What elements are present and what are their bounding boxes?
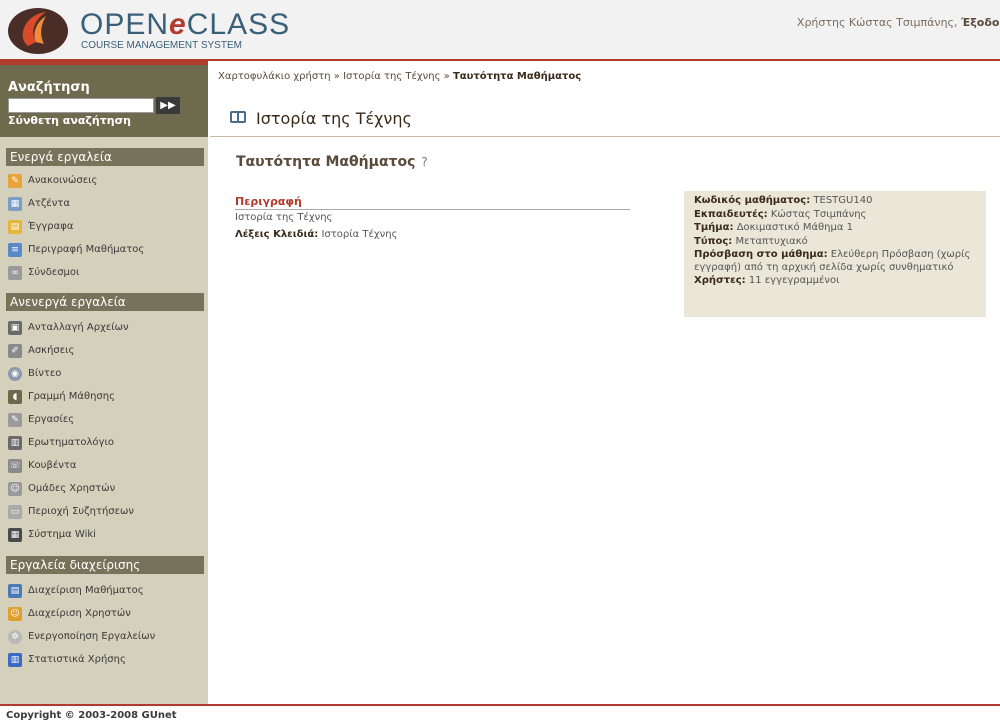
advanced-search-link[interactable]: Σύνθετη αναζήτηση <box>8 114 131 127</box>
active-tools-header: Ενεργά εργαλεία <box>6 148 204 166</box>
wiki-icon: ▦ <box>8 528 22 542</box>
tool-user-admin[interactable]: ☺ Διαχείριση Χρηστών <box>8 605 131 623</box>
tool-course-description[interactable]: ≡ Περιγραφή Μαθήματος <box>8 241 144 259</box>
keywords-label: Λέξεις Κλειδιά: <box>235 229 319 240</box>
megaphone-icon: ✎ <box>8 174 22 188</box>
tool-documents[interactable]: ▤ Έγγραφα <box>8 218 73 236</box>
tool-wiki[interactable]: ▦ Σύστημα Wiki <box>8 526 96 544</box>
description-text: Ιστορία της Τέχνης <box>235 212 333 223</box>
info-code: Κωδικός μαθήματος: TESTGU140 <box>694 195 873 206</box>
exercise-icon: ✐ <box>8 344 22 358</box>
forum-icon: ▭ <box>8 505 22 519</box>
keywords-value: Ιστορία Τέχνης <box>321 229 398 240</box>
footsteps-icon: ◖ <box>8 390 22 404</box>
tool-questionnaire[interactable]: ▥ Ερωτηματολόγιο <box>8 434 114 452</box>
user-info: Χρήστης Κώστας Τσιμπάνης, Έξοδος <box>797 16 1000 29</box>
breadcrumb-course[interactable]: Ιστορία της Τέχνης <box>343 71 440 82</box>
tool-user-groups[interactable]: ☺ Ομάδες Χρηστών <box>8 480 115 498</box>
search-panel: Αναζήτηση ▶▶ Σύνθετη αναζήτηση <box>0 61 208 137</box>
logo[interactable]: OPENeCLASS COURSE MANAGEMENT SYSTEM <box>6 6 289 56</box>
tool-chat[interactable]: ☏ Κουβέντα <box>8 457 76 475</box>
chat-icon: ☏ <box>8 459 22 473</box>
breadcrumb-separator: » <box>333 71 340 82</box>
tool-statistics[interactable]: ▥ Στατιστικά Χρήσης <box>8 651 126 669</box>
user-name: Χρήστης Κώστας Τσιμπάνης, <box>796 16 958 29</box>
tool-course-admin[interactable]: ▤ Διαχείριση Μαθήματος <box>8 582 144 600</box>
calendar-icon: ▦ <box>8 197 22 211</box>
stats-icon: ▥ <box>8 653 22 667</box>
course-info-box: Κωδικός μαθήματος: TESTGU140 Εκπαιδευτές… <box>684 191 986 317</box>
document-icon: ≡ <box>8 243 22 257</box>
book-icon <box>230 111 246 123</box>
page-title: Ιστορία της Τέχνης <box>256 109 412 128</box>
user-admin-icon: ☺ <box>8 607 22 621</box>
info-type: Τύπος: Μεταπτυχιακό <box>694 235 808 247</box>
tool-exercises[interactable]: ✐ Ασκήσεις <box>8 342 74 360</box>
search-title: Αναζήτηση <box>8 80 90 95</box>
page-header: Ιστορία της Τέχνης <box>210 101 1000 137</box>
breadcrumb: Χαρτοφυλάκιο χρήστη » Ιστορία της Τέχνης… <box>218 71 581 82</box>
keywords-line: Λέξεις Κλειδιά: Ιστορία Τέχνης <box>235 229 397 240</box>
sidebar: Αναζήτηση ▶▶ Σύνθετη αναζήτηση Ενεργά ερ… <box>0 61 208 704</box>
section-title: Ταυτότητα Μαθήματος? <box>236 154 428 170</box>
assignment-icon: ✎ <box>8 413 22 427</box>
folder-icon: ▤ <box>8 220 22 234</box>
tool-announcements[interactable]: ✎ Ανακοινώσεις <box>8 172 97 190</box>
info-teacher: Εκπαιδευτές: Κώστας Τσιμπάνης <box>694 208 867 220</box>
tool-activate-tools[interactable]: ✲ Ενεργοποίηση Εργαλείων <box>8 628 155 646</box>
tool-video[interactable]: ◉ Βίντεο <box>8 365 61 383</box>
search-input[interactable] <box>8 98 154 113</box>
help-icon[interactable]: ? <box>421 155 427 169</box>
search-button[interactable]: ▶▶ <box>156 97 180 114</box>
tool-learning-path[interactable]: ◖ Γραμμή Μάθησης <box>8 388 115 406</box>
course-admin-icon: ▤ <box>8 584 22 598</box>
tool-links[interactable]: ∞ Σύνδεσμοι <box>8 264 79 282</box>
inactive-tools-header: Ανενεργά εργαλεία <box>6 293 204 311</box>
breadcrumb-portfolio[interactable]: Χαρτοφυλάκιο χρήστη <box>218 71 331 82</box>
admin-tools-header: Εργαλεία διαχείρισης <box>6 556 204 574</box>
questionnaire-icon: ▥ <box>8 436 22 450</box>
footer-divider <box>0 704 1000 706</box>
copyright: Copyright © 2003-2008 GUnet <box>6 710 177 721</box>
logo-text: OPENeCLASS <box>80 8 291 41</box>
tools-gear-icon: ✲ <box>8 630 22 644</box>
description-label: Περιγραφή <box>235 195 630 210</box>
users-group-icon: ☺ <box>8 482 22 496</box>
header: OPENeCLASS COURSE MANAGEMENT SYSTEM Χρήσ… <box>0 0 1000 61</box>
logo-subtitle: COURSE MANAGEMENT SYSTEM <box>81 40 242 51</box>
breadcrumb-separator: » <box>443 71 450 82</box>
video-icon: ◉ <box>8 367 22 381</box>
info-access: Πρόσβαση στο μάθημα: Ελεύθερη Πρόσβαση (… <box>694 249 971 273</box>
logo-icon <box>8 8 68 54</box>
tool-forum[interactable]: ▭ Περιοχή Συζητήσεων <box>8 503 134 521</box>
tool-file-exchange[interactable]: ▣ Ανταλλαγή Αρχείων <box>8 319 129 337</box>
link-icon: ∞ <box>8 266 22 280</box>
tool-assignments[interactable]: ✎ Εργασίες <box>8 411 74 429</box>
info-department: Τμήμα: Δοκιμαστικό Μάθημα 1 <box>694 222 854 233</box>
info-users: Χρήστες: 11 εγγεγραμμένοι <box>694 275 840 286</box>
file-exchange-icon: ▣ <box>8 321 22 335</box>
breadcrumb-current: Ταυτότητα Μαθήματος <box>452 71 582 82</box>
tool-agenda[interactable]: ▦ Ατζέντα <box>8 195 70 213</box>
logout-link[interactable]: Έξοδος <box>961 16 1000 29</box>
